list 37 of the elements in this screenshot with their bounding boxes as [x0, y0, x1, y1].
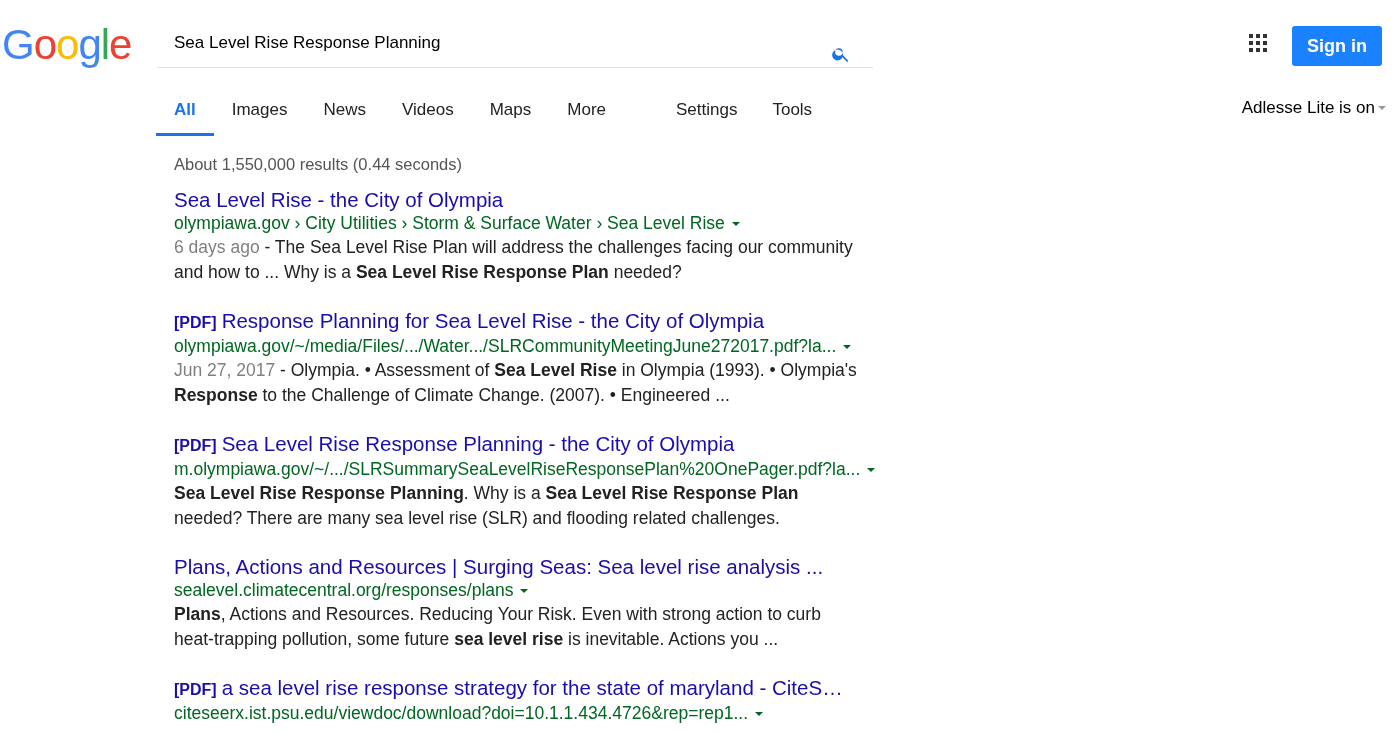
result-url: olympiawa.gov › City Utilities › Storm & Surface Water › Sea Level Rise: [174, 212, 725, 236]
dropdown-arrow-icon[interactable]: [755, 711, 763, 716]
result-snippet: Jun 27, 2017 - Olympia. • Assessment of Sea Level Rise in Olympia (1993). • Olympia's Response to the Challenge of Climate Change. (2007). • Engineered ...: [174, 359, 858, 408]
search-tab[interactable]: All: [156, 85, 214, 136]
search-tab[interactable]: Maps: [471, 85, 550, 136]
result-title-link[interactable]: Plans, Actions and Resources | Surging Seas: Sea level rise analysis ...: [174, 555, 824, 580]
dropdown-arrow-icon[interactable]: [843, 344, 852, 349]
search-tab[interactable]: News: [305, 85, 384, 136]
file-type-label: [PDF]: [174, 436, 217, 457]
tool-link[interactable]: Tools: [772, 97, 813, 123]
result-title-link[interactable]: Sea Level Rise - the City of Olympia: [174, 188, 504, 213]
apps-grid-icon[interactable]: [1249, 34, 1267, 52]
result-title-link[interactable]: Response Planning for Sea Level Rise - the City of Olympia: [221, 309, 765, 334]
result-snippet: Plans, Actions and Resources. Reducing Your Risk. Even with strong action to curb heat-trapping pollution, some future sea level rise is inevitable. Actions you ...: [174, 603, 822, 652]
file-type-label: [PDF]: [174, 313, 217, 334]
dropdown-arrow-icon[interactable]: [520, 588, 529, 593]
result-url: olympiawa.gov/~/media/Files/.../Water.../SLRCommunityMeetingJune272017.pdf?la...: [174, 335, 837, 359]
dropdown-arrow-icon[interactable]: [731, 221, 740, 226]
search-field[interactable]: Sea Level Rise Response Planning: [157, 24, 873, 68]
extension-status-text: Adlesse Lite is on: [1241, 97, 1375, 119]
result-snippet: 6 days ago - The Sea Level Rise Plan will address the challenges facing our community and how to ... Why is a Sea Level Rise Response Plan needed?: [174, 236, 854, 285]
sign-in-button[interactable]: Sign in: [1292, 26, 1382, 66]
search-tab[interactable]: Images: [213, 85, 306, 136]
result-url: m.olympiawa.gov/~/.../SLRSummarySeaLevelRiseResponsePlan%20OnePager.pdf?la...: [174, 458, 861, 482]
google-logo[interactable]: Google: [2, 24, 138, 66]
search-tab[interactable]: More: [549, 85, 624, 136]
result-title-link[interactable]: a sea level rise response strategy for the state of maryland - CiteS…: [221, 676, 843, 701]
results-count: About 1,550,000 results (0.44 seconds): [174, 153, 464, 175]
search-input[interactable]: Sea Level Rise Response Planning: [174, 24, 831, 62]
dropdown-arrow-icon[interactable]: [867, 467, 876, 472]
result-url: citeseerx.ist.psu.edu/viewdoc/download?doi=10.1.1.434.4726&rep=rep1...: [174, 702, 748, 726]
file-type-label: [PDF]: [174, 680, 217, 701]
search-tab[interactable]: Videos: [384, 85, 472, 136]
tool-link[interactable]: Settings: [676, 97, 738, 123]
result-title-link[interactable]: Sea Level Rise Response Planning - the City of Olympia: [221, 432, 735, 457]
result-snippet: Sea Level Rise Response Planning. Why is a Sea Level Rise Response Plan needed? There are many sea level rise (SLR) and flooding related challenges.: [174, 482, 800, 531]
result-url: sealevel.climatecentral.org/responses/plans: [174, 579, 514, 603]
